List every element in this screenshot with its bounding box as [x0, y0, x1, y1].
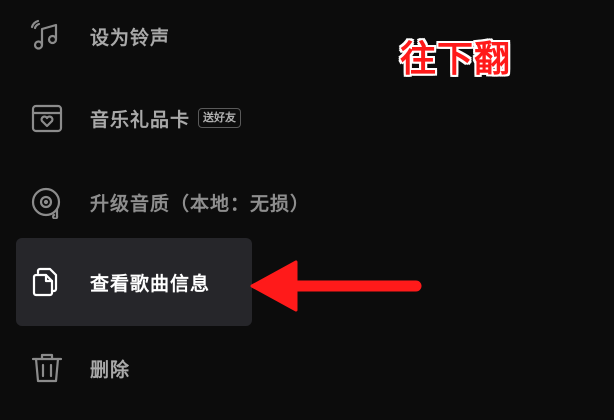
menu-item-music-gift-card[interactable]: 音乐礼品卡 送好友 — [16, 74, 276, 162]
red-arrow-icon — [250, 260, 422, 312]
menu-item-set-ringtone[interactable]: 设为铃声 — [16, 0, 252, 80]
menu-item-label: 查看歌曲信息 — [90, 272, 211, 295]
gift-card-icon — [30, 101, 64, 135]
document-copy-icon — [30, 265, 64, 299]
menu-item-delete[interactable]: 删除 — [16, 324, 252, 412]
share-friend-badge: 送好友 — [198, 108, 242, 128]
menu-item-upgrade-quality[interactable]: 升级音质（本地：无损） — [16, 158, 336, 246]
menu-item-label: 音乐礼品卡 — [90, 108, 191, 131]
song-options-sheet: 设为铃声 音乐礼品卡 送好友 升级音质（本地：无损） 查看歌曲信息 删除 往下翻 — [0, 0, 614, 420]
menu-item-label: 升级音质（本地：无损） — [90, 192, 311, 215]
trash-icon — [30, 351, 64, 385]
menu-item-view-song-info[interactable]: 查看歌曲信息 — [16, 238, 252, 326]
menu-item-label: 删除 — [90, 358, 131, 381]
ringtone-icon — [30, 19, 64, 53]
scroll-down-hint: 往下翻 — [399, 38, 512, 81]
menu-item-label: 设为铃声 — [90, 26, 171, 49]
vinyl-disc-icon — [30, 185, 64, 219]
